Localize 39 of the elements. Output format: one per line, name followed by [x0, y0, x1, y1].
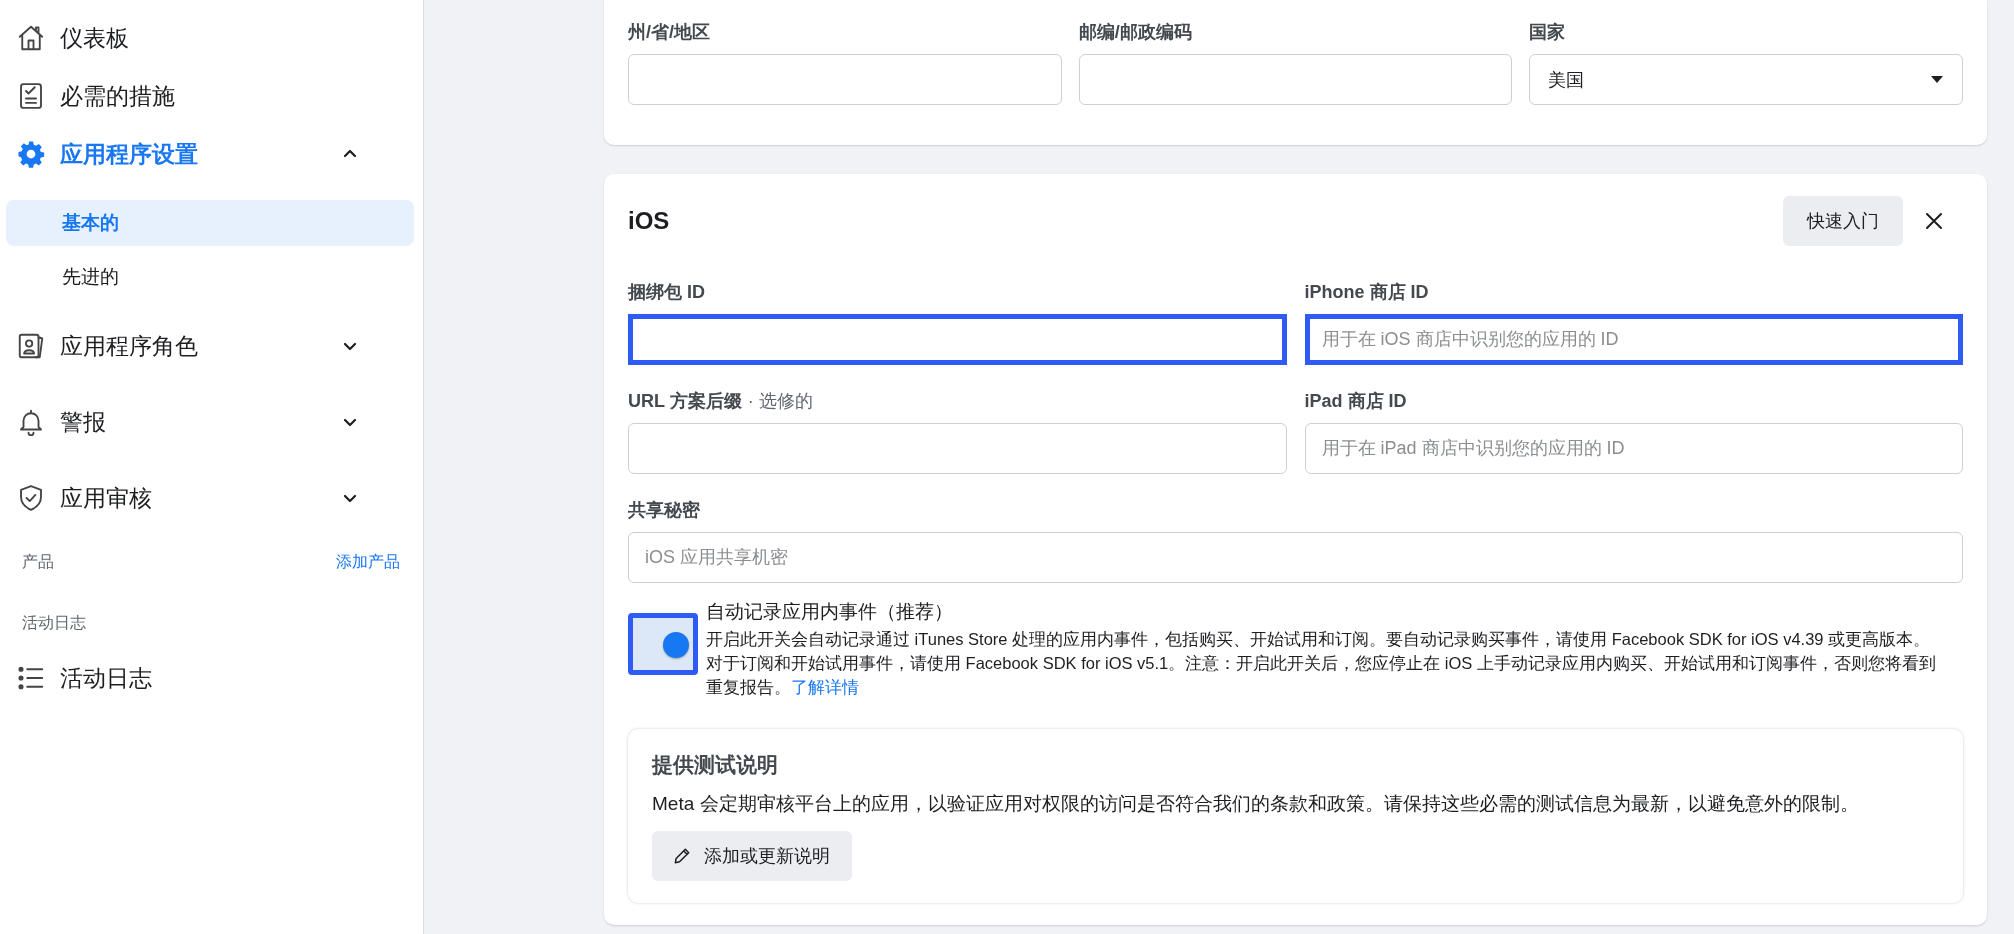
field-label: 州/省/地区	[628, 21, 711, 44]
sidebar-item[interactable]: 必需的措施	[6, 74, 396, 118]
input-field[interactable]: 用于在 iOS 商店中识别您的应用的 ID	[1304, 314, 1963, 365]
pencil-icon	[672, 846, 692, 866]
close-icon[interactable]	[1925, 212, 1943, 230]
toggle-title: 自动记录应用内事件（推荐）	[706, 600, 954, 624]
learn-more-link[interactable]: 了解详情	[791, 678, 859, 696]
quick-start-button[interactable]: 快速入门	[1783, 196, 1903, 246]
input-field[interactable]	[628, 314, 1287, 365]
field-label: 国家	[1529, 21, 1567, 44]
sidebar-item[interactable]: 应用审核	[6, 476, 396, 520]
field-label: 共享秘密	[628, 499, 700, 522]
add-product-link[interactable]: 添加产品	[336, 552, 400, 573]
card-title: iOS	[628, 207, 671, 235]
field-label: 捆绑包 ID	[628, 281, 705, 304]
country-dropdown[interactable]: 美国	[1529, 54, 1963, 105]
sidebar-item[interactable]: 活动日志	[6, 656, 396, 700]
field-label: 邮编/邮政编码	[1078, 21, 1193, 44]
home-icon	[16, 23, 46, 53]
card-description: Meta 会定期审核平台上的应用，以验证应用对权限的访问是否符合我们的条款和政策。请保持这些必需的测试信息为最新，以避免意外的限制。	[652, 792, 1860, 816]
optional-note: · 选修的	[747, 390, 813, 413]
section-heading: 产品	[22, 552, 54, 572]
field-label: iPad 商店 ID	[1304, 390, 1407, 413]
sidebar-item[interactable]: 应用程序设置	[6, 132, 396, 176]
field-label: URL 方案后缀	[628, 390, 742, 413]
sidebar-item[interactable]: 仪表板	[6, 16, 396, 60]
dropdown-caret-icon	[1930, 75, 1944, 84]
toggle-description: 开启此开关会自动记录通过 iTunes Store 处理的应用内事件，包括购买、开始试用和订阅。要自动记录购买事件，请使用 Facebook SDK for iOS v4.39 或更高版本。对于订阅和开始试用事件，请使用 Facebook SDK for iOS v5.1。注意：开启此开关后，您应停止在 iOS 上手动记录应用内购买、开始试用和订阅事件，否则您将看到重复报告。了解详情	[706, 629, 1937, 698]
sidebar-subitem[interactable]: 先进的	[6, 254, 414, 300]
sidebar-item[interactable]: 警报	[6, 400, 396, 444]
add-instructions-button[interactable]: 添加或更新说明	[652, 831, 852, 881]
sidebar-item[interactable]: 应用程序角色	[6, 324, 396, 368]
id-card-icon	[16, 331, 46, 361]
toggle-switch[interactable]	[628, 613, 698, 675]
sidebar-subitem[interactable]: 基本的	[6, 200, 414, 246]
card-title: 提供测试说明	[652, 752, 779, 778]
section-heading: 活动日志	[21, 613, 87, 633]
field-label: iPhone 商店 ID	[1304, 281, 1429, 304]
gear-icon	[16, 139, 46, 169]
